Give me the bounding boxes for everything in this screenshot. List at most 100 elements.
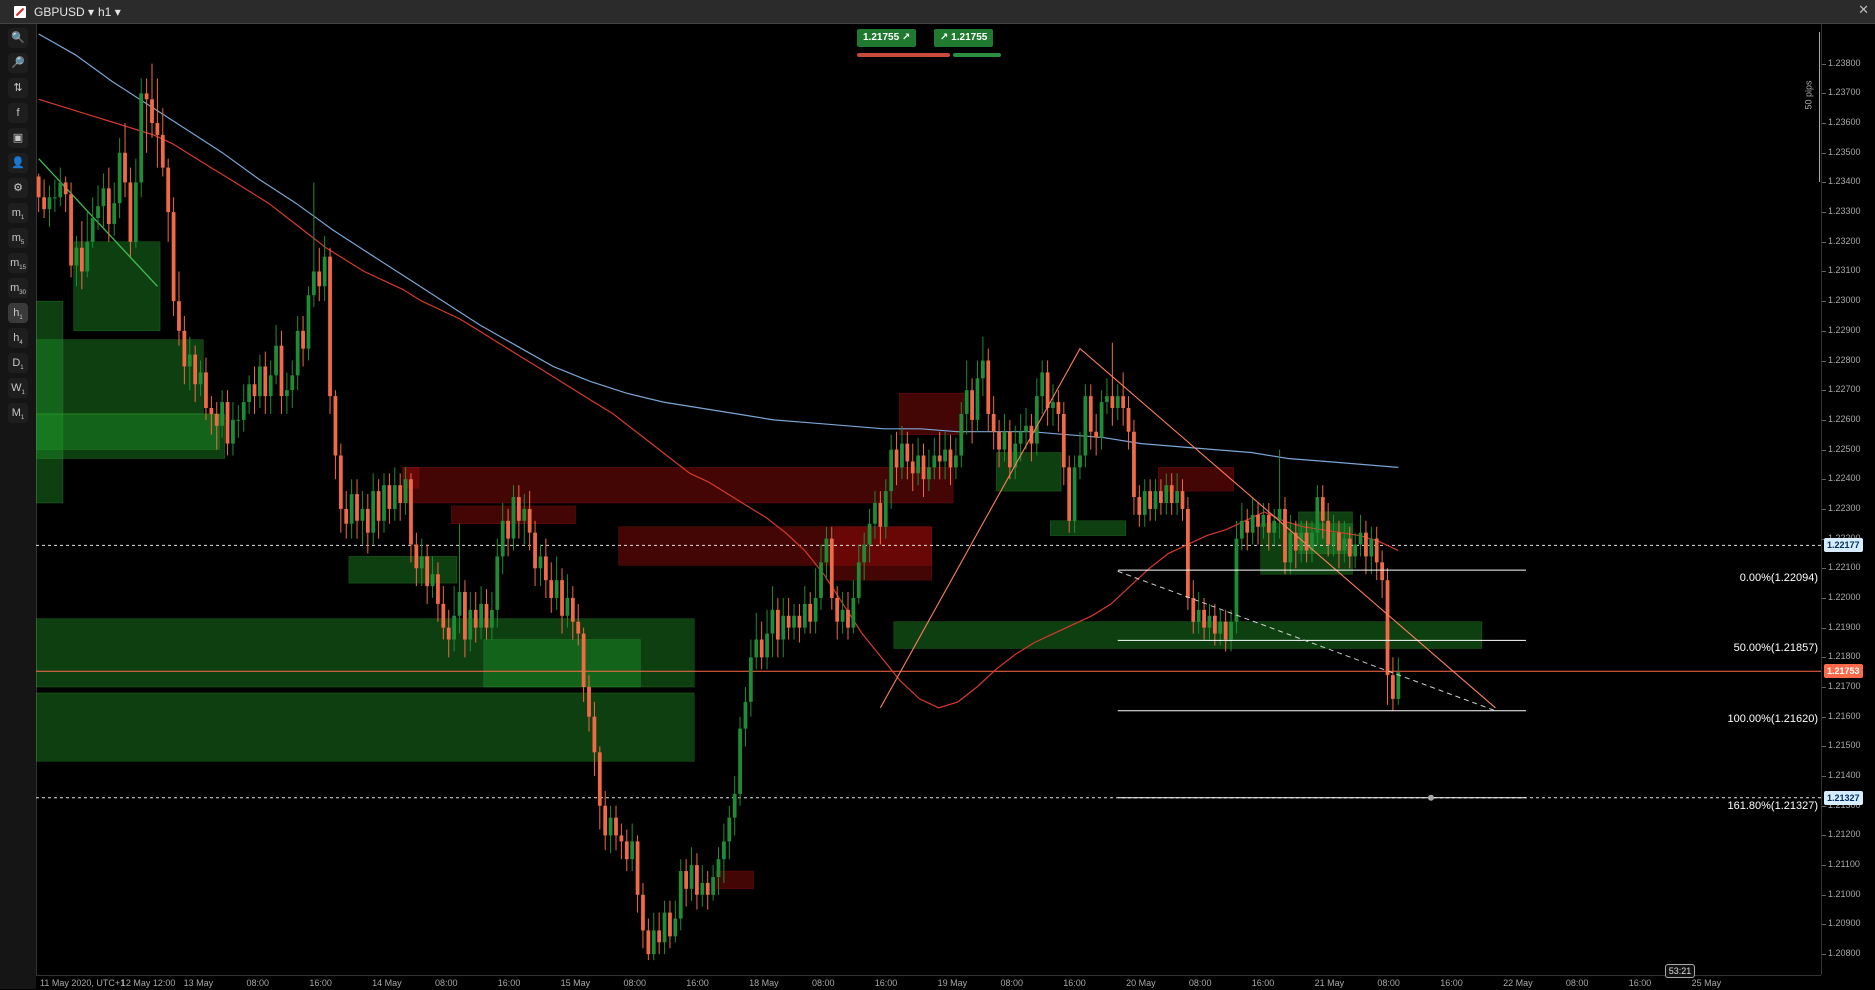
price-tick-mark [1822,301,1826,303]
candle-body [614,817,618,836]
candle-body [603,805,608,836]
candle-body [878,502,883,527]
time-tick-label: 16:00 [1628,978,1652,988]
candle-body [597,752,602,806]
facebook-icon[interactable]: f [8,103,28,123]
close-icon[interactable]: ✕ [1858,2,1869,18]
price-tick-mark [1822,597,1826,599]
tf-d1-button[interactable]: D1 [8,353,28,373]
candle-body [290,375,295,391]
buy-button[interactable]: ↗ 1.21755 [934,29,994,47]
candle-body [900,443,904,468]
candle-body [1159,491,1163,503]
candle-body [414,544,419,569]
price-tick-label: 1.23100 [1828,265,1861,276]
price-tick-label: 1.21700 [1828,681,1861,692]
zoom-out-icon[interactable]: 🔎 [8,53,28,73]
candle-body [295,330,300,376]
price-chart[interactable] [36,24,1821,975]
candle-body [106,188,111,224]
tf-m1-button[interactable]: m1 [8,203,28,223]
tf-m30-button[interactable]: m30 [8,278,28,298]
candle-body [79,247,84,272]
symbol-selector[interactable]: GBPUSD ▾ [34,3,94,21]
left-toolbar: 🔍 🔎 ⇅ f ▣ 👤 ⚙ m1 m5 m15 m30 h1 h4 D1 W1 M1 [0,24,37,989]
price-tick-label: 1.21800 [1828,651,1861,662]
candle-body [1277,508,1282,521]
sell-button[interactable]: 1.21755 ↗ [857,29,917,47]
supply-zone [834,526,932,581]
window-titlebar: GBPUSD ▾ h1 ▾ ✕ [0,0,1875,24]
line-handle-icon[interactable] [1428,794,1434,801]
trader-icon[interactable]: 👤 [8,153,28,173]
settings-icon[interactable]: ⚙ [8,178,28,198]
tool-sub-label: 1 [21,390,25,397]
candle-body [284,390,289,397]
price-axis[interactable]: 1.23800 1.23700 1.23600 1.23500 1.23400 1.233… [1821,24,1875,975]
candle-body [1196,609,1201,622]
price-tick-label: 1.22500 [1828,443,1861,454]
app-logo-icon [14,6,26,18]
price-tick-label: 1.22000 [1828,591,1861,602]
price-tick-label: 1.22700 [1828,384,1861,395]
tf-mn1-button[interactable]: M1 [8,403,28,423]
tf-w1-button[interactable]: W1 [8,378,28,398]
candle-body [333,396,338,456]
candle-body [36,176,41,198]
zoom-in-icon[interactable]: 🔍 [8,28,28,48]
candle-body [695,865,699,895]
candle-body [1115,396,1120,408]
candle-body [651,930,656,955]
fibonacci-label: 50.00%(1.21857) [1733,642,1818,655]
candle-body [1072,467,1077,521]
candle-body [182,330,187,367]
tf-h4-button[interactable]: h4 [8,328,28,348]
candle-body [684,871,689,889]
candle-body [258,366,262,397]
timeframe-selector[interactable]: h1 ▾ [98,3,121,21]
candle-body [360,508,365,521]
candle-body [425,556,430,587]
price-tick-mark [1822,123,1826,125]
candle-body [252,384,257,397]
tf-m5-button[interactable]: m5 [8,228,28,248]
tf-h1-button[interactable]: h1 [8,303,28,323]
candle-body [716,859,721,877]
price-tick-mark [1822,627,1826,629]
candle-body [959,413,964,456]
time-tick-label: 16:00 [309,978,332,988]
candle-body [668,912,672,937]
price-tick-mark [1822,865,1826,867]
tool-label: m [10,282,20,294]
buy-sentiment-bar [953,53,1001,57]
candle-body [220,402,225,426]
price-tick-label: 1.23000 [1828,295,1861,306]
candle-body [1142,491,1147,515]
candle-body [311,271,316,296]
candle-body [819,562,823,598]
candle-body [775,609,780,640]
camera-icon[interactable]: ▣ [8,128,28,148]
candle-body [328,256,332,397]
candle-body [1083,396,1088,456]
candle-body [980,360,985,379]
supply-zone [1157,467,1234,492]
time-axis[interactable]: 11 May 2020, UTC+1 12 May 12:00 13 May 08:0… [36,975,1821,990]
indicators-icon[interactable]: ⇅ [8,78,28,98]
candle-body [511,497,516,539]
candle-body [570,597,575,622]
time-tick-label: 22 May [1503,978,1533,988]
price-tick-mark [1822,271,1826,273]
candle-body [581,633,586,688]
price-tick-mark [1822,63,1826,65]
time-tick-label: 12 May 12:00 [120,978,176,988]
candle-body [1110,396,1115,408]
tool-label: ⚙ [13,182,23,194]
candle-body [117,152,122,204]
candle-body [263,366,268,397]
candle-body [738,728,742,794]
candle-body [1266,514,1271,533]
time-tick-label: 16:00 [686,978,709,988]
pips-ruler [1813,32,1820,182]
tf-m15-button[interactable]: m15 [8,253,28,273]
